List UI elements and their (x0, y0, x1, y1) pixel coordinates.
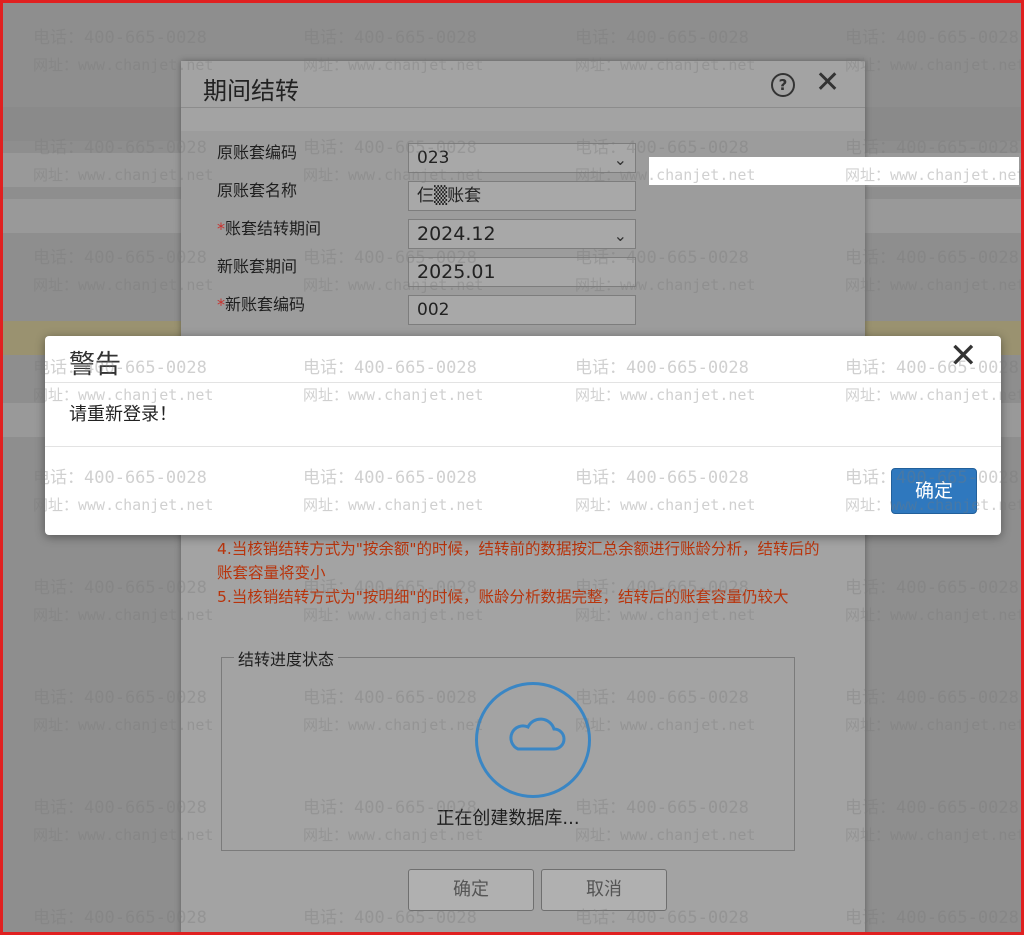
confirm-button[interactable]: 确定 (891, 468, 977, 514)
transfer-period-select[interactable]: 2024.12 ⌄ (408, 219, 636, 249)
ok-button[interactable]: 确定 (408, 869, 534, 911)
original-code-label: 原账套编码 (217, 143, 298, 162)
new-period-field: 2025.01 (408, 257, 636, 287)
white-banner (649, 157, 1019, 185)
new-period-label: 新账套期间 (217, 257, 298, 276)
original-code-select[interactable]: 023 ⌄ (408, 143, 636, 173)
transfer-notes: 4.当核销结转方式为"按余额"的时候，结转前的数据按汇总余额进行账龄分析，结转后… (217, 537, 827, 609)
new-code-input[interactable]: 002 (408, 295, 636, 325)
transfer-period-label: *账套结转期间 (217, 219, 322, 238)
close-icon[interactable]: ✕ (949, 336, 978, 376)
divider (45, 446, 1001, 447)
required-mark: * (217, 219, 225, 238)
original-name-field: 仨▒账套 (408, 181, 636, 211)
progress-legend: 结转进度状态 (234, 646, 339, 670)
screenshot-frame: 期间结转 ? ✕ 原账套编码 023 ⌄ 原账套名称 仨▒账套 *账套结转期间 … (0, 0, 1024, 935)
close-icon[interactable]: ✕ (815, 65, 840, 100)
new-code-label: *新账套编码 (217, 295, 306, 314)
help-icon[interactable]: ? (771, 73, 795, 97)
dialog-header: 期间结转 ? ✕ (181, 61, 865, 108)
warning-message: 请重新登录！ (69, 404, 177, 425)
note-item: 5.当核销结转方式为"按明细"的时候，账龄分析数据完整，结转后的账套容量仍较大 (217, 588, 789, 606)
chevron-down-icon: ⌄ (613, 150, 627, 169)
cancel-button[interactable]: 取消 (541, 869, 667, 911)
warning-title: 警告 (69, 350, 122, 380)
dialog-title: 期间结转 (203, 77, 299, 105)
cloud-icon (509, 717, 566, 751)
divider (45, 382, 1001, 383)
required-mark: * (217, 295, 225, 314)
note-item: 4.当核销结转方式为"按余额"的时候，结转前的数据按汇总余额进行账龄分析，结转后… (217, 540, 820, 582)
progress-status-text: 正在创建数据库... (436, 808, 580, 829)
original-name-label: 原账套名称 (217, 181, 298, 200)
warning-dialog: 警告 ✕ 请重新登录！ 确定 (45, 336, 1001, 535)
chevron-down-icon: ⌄ (613, 226, 627, 245)
loading-spinner (475, 682, 591, 798)
progress-group: 结转进度状态 正在创建数据库... (221, 646, 795, 851)
